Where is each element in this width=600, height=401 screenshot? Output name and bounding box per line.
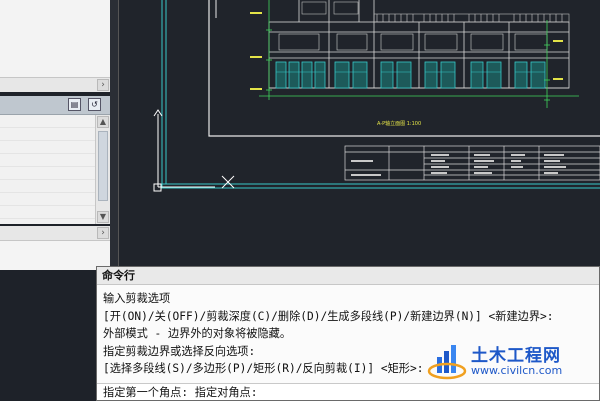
command-input[interactable]: 指定第一个角点: 指定对角点: (97, 383, 599, 400)
palette-list (0, 115, 95, 224)
command-history-line: [开(ON)/关(OFF)/剪裁深度(C)/删除(D)/生成多段线(P)/新建边… (103, 309, 554, 323)
horizontal-scrollbar[interactable]: › (0, 77, 110, 92)
civilcn-logo-icon (427, 345, 467, 380)
properties-palette-panel: ▤ ↺ ▲ ▼ (0, 96, 111, 224)
top-palette-panel: › (0, 0, 111, 92)
chevron-up-icon[interactable]: ▲ (97, 116, 109, 128)
vertical-scrollbar[interactable]: ▲ ▼ (95, 115, 110, 224)
scrollbar-thumb[interactable] (98, 131, 108, 201)
chevron-right-icon[interactable]: › (97, 79, 109, 91)
panel-options-icon[interactable]: ▤ (68, 98, 81, 111)
watermark-site-name: 土木工程网 (471, 346, 561, 366)
palette-toolbar: ▤ ↺ (0, 96, 110, 115)
canvas-area-bottom (0, 270, 96, 401)
palette-splitter[interactable] (110, 0, 119, 270)
watermark: 土木工程网 www.civilcn.com (425, 335, 600, 385)
horizontal-scrollbar[interactable]: › (0, 226, 110, 241)
drawing-canvas[interactable]: A-P轴立面图 1:100 (119, 0, 600, 268)
chevron-down-icon[interactable]: ▼ (97, 211, 109, 223)
panel-refresh-icon[interactable]: ↺ (88, 98, 101, 111)
watermark-url: www.civilcn.com (471, 364, 563, 377)
elevation-title: A-P轴立面图 1:100 (377, 121, 422, 127)
command-window-title: 命令行 (97, 267, 599, 285)
command-history-line: 输入剪裁选项 (103, 292, 171, 305)
chevron-right-icon[interactable]: › (97, 227, 109, 239)
cad-drawing (153, 0, 600, 192)
bottom-palette-panel: › (0, 226, 111, 270)
